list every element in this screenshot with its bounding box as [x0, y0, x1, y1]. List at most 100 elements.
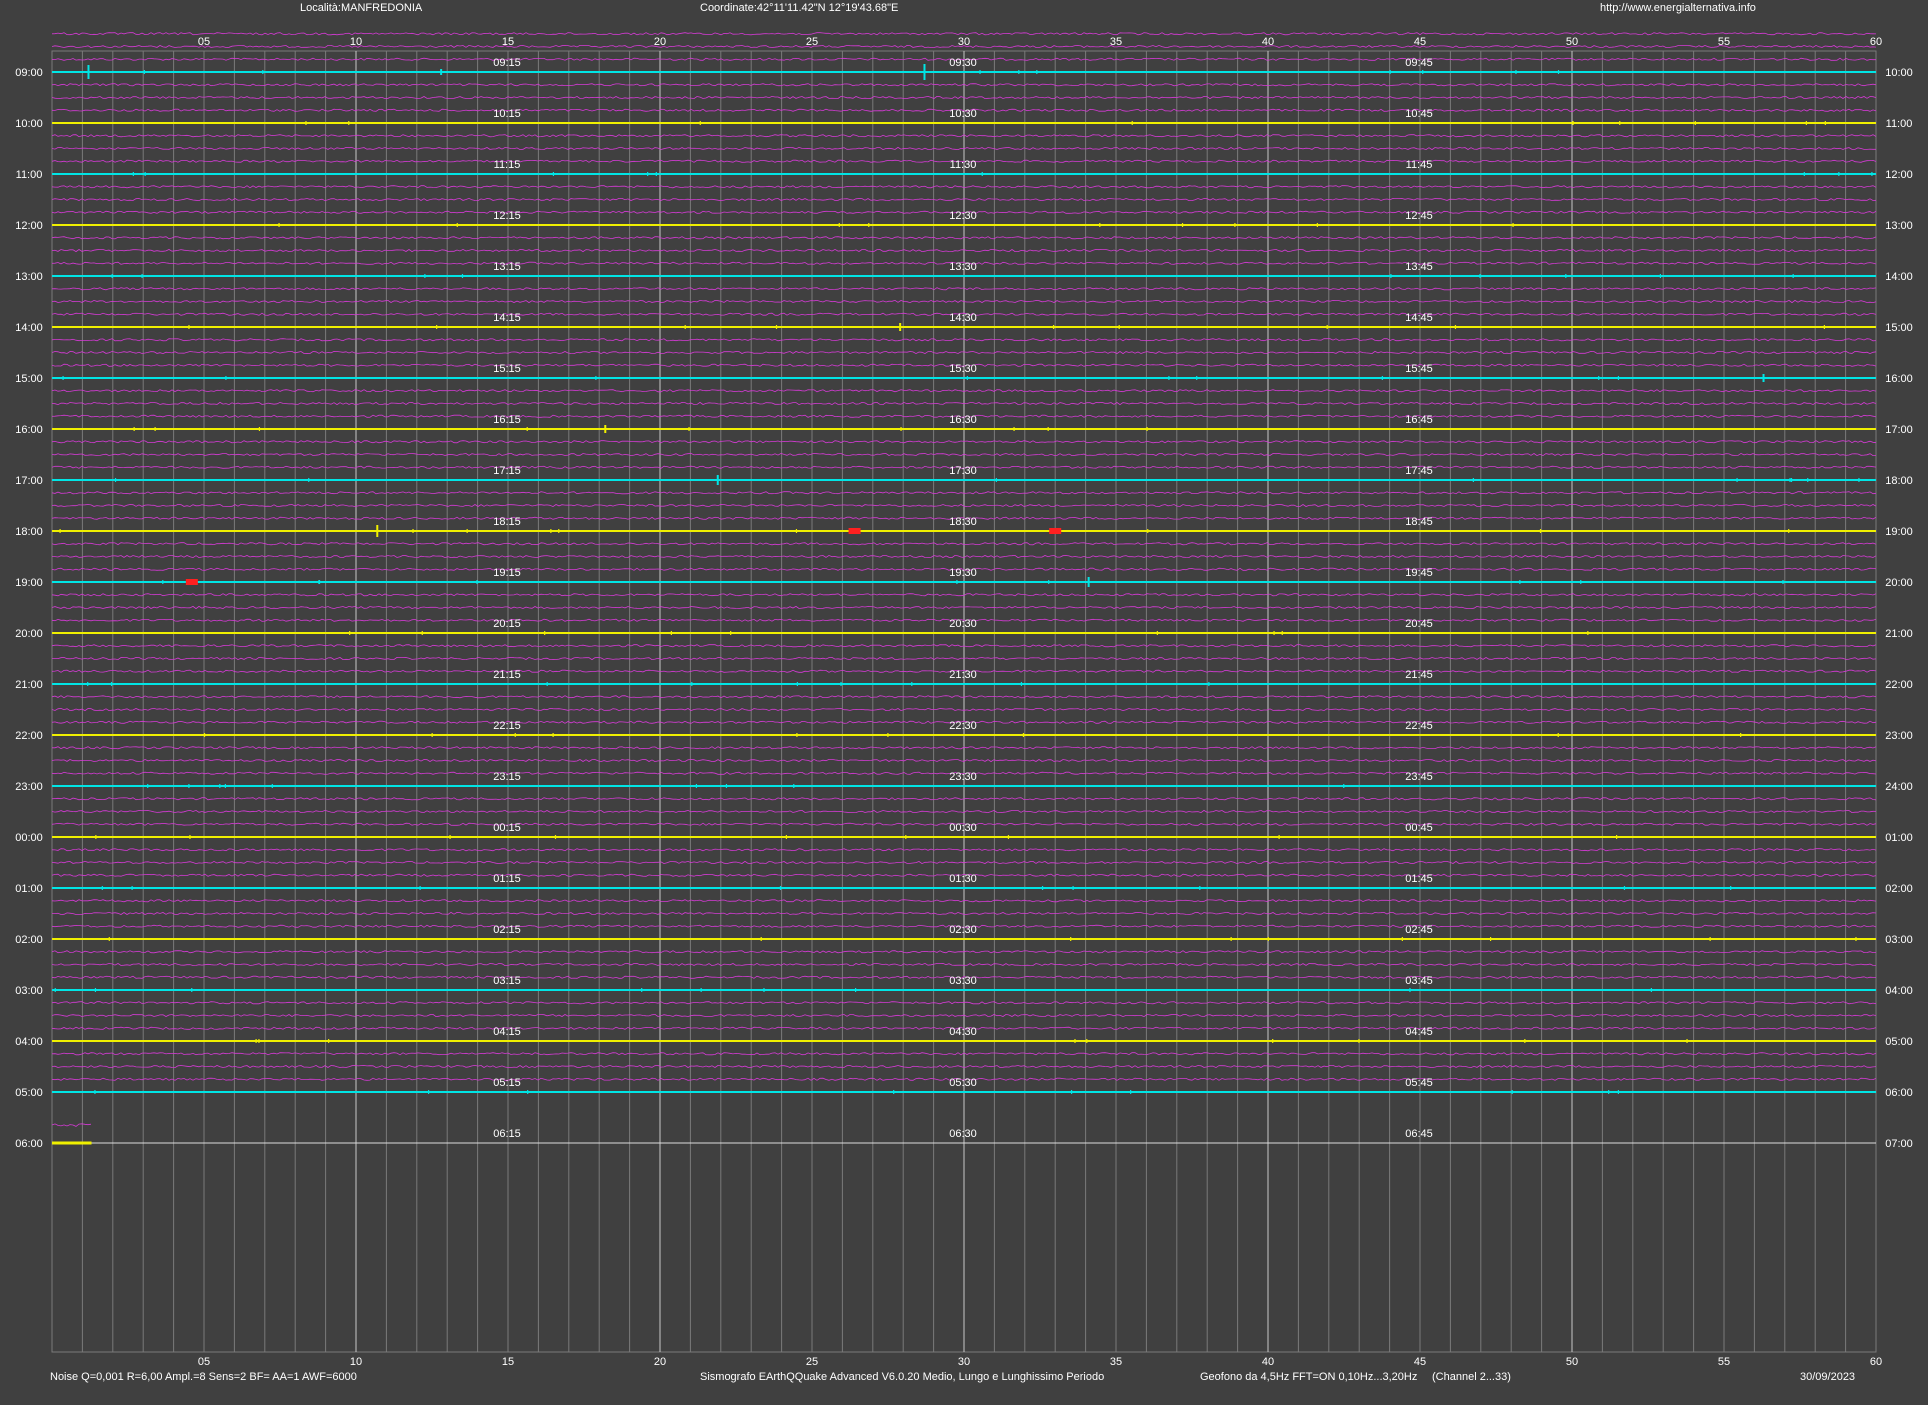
hour-label-left: 19:00	[15, 577, 43, 589]
quarter-label: 01:15	[493, 873, 521, 885]
hour-label-left: 09:00	[15, 67, 43, 79]
quarter-label: 09:15	[493, 57, 521, 69]
quarter-label: 01:45	[1405, 873, 1433, 885]
quarter-label: 15:45	[1405, 363, 1433, 375]
hour-label-right: 17:00	[1885, 424, 1913, 436]
location-label: Località:MANFREDONIA	[300, 2, 423, 14]
quarter-label: 12:45	[1405, 210, 1433, 222]
quarter-label: 06:15	[493, 1128, 521, 1140]
quarter-label: 04:15	[493, 1026, 521, 1038]
sensor-label: Geofono da 4,5Hz FFT=ON 0,10Hz...3,20Hz	[1200, 1371, 1417, 1383]
x-tick-label-bottom: 40	[1262, 1356, 1274, 1368]
quarter-label: 10:30	[949, 108, 977, 120]
hour-label-right: 22:00	[1885, 679, 1913, 691]
hour-label-right: 07:00	[1885, 1138, 1913, 1150]
hour-label-left: 05:00	[15, 1087, 43, 1099]
hour-label-left: 23:00	[15, 781, 43, 793]
hour-label-left: 10:00	[15, 118, 43, 130]
hour-label-right: 19:00	[1885, 526, 1913, 538]
seismogram-plot: 05 05 10 10 15 15 20 20 25 25 30 30 35 35 40 40 45 45 50 50…	[15, 2, 1913, 1383]
quarter-label: 20:30	[949, 618, 977, 630]
quarter-label: 22:15	[493, 720, 521, 732]
quarter-label: 03:15	[493, 975, 521, 987]
hour-label-right: 02:00	[1885, 883, 1913, 895]
date-label: 30/09/2023	[1800, 1371, 1855, 1383]
x-tick-label-bottom: 45	[1414, 1356, 1426, 1368]
quarter-label: 16:15	[493, 414, 521, 426]
hour-label-left: 21:00	[15, 679, 43, 691]
x-tick-label-bottom: 35	[1110, 1356, 1122, 1368]
grid-layer	[51, 50, 1877, 1353]
x-tick-label-bottom: 10	[350, 1356, 362, 1368]
quarter-label: 09:30	[949, 57, 977, 69]
quarter-label: 04:45	[1405, 1026, 1433, 1038]
x-tick-label-top: 60	[1870, 36, 1882, 48]
hour-label-left: 03:00	[15, 985, 43, 997]
hour-label-left: 20:00	[15, 628, 43, 640]
x-tick-label-top: 30	[958, 36, 970, 48]
quarter-label: 17:45	[1405, 465, 1433, 477]
partial-minor-trace	[51, 1123, 92, 1127]
x-tick-label-bottom: 50	[1566, 1356, 1578, 1368]
seismogram-chart: 05 05 10 10 15 15 20 20 25 25 30 30 35 35 40 40 45 45 50 50…	[0, 0, 1928, 1400]
hour-label-left: 01:00	[15, 883, 43, 895]
website-link[interactable]: http://www.energialternativa.info	[1600, 2, 1756, 14]
hour-label-left: 00:00	[15, 832, 43, 844]
hour-label-right: 23:00	[1885, 730, 1913, 742]
quarter-label: 02:45	[1405, 924, 1433, 936]
quarter-label: 00:30	[949, 822, 977, 834]
hour-label-right: 10:00	[1885, 67, 1913, 79]
software-label: Sismografo EArthQQuake Advanced V6.0.20 …	[700, 1371, 1104, 1383]
quarter-label: 00:15	[493, 822, 521, 834]
hour-label-left: 06:00	[15, 1138, 43, 1150]
quarter-label: 22:45	[1405, 720, 1433, 732]
quarter-label: 02:15	[493, 924, 521, 936]
x-tick-label-bottom: 20	[654, 1356, 666, 1368]
hour-label-right: 11:00	[1886, 118, 1913, 130]
x-tick-label-top: 10	[350, 36, 362, 48]
event-marker	[848, 528, 861, 534]
hour-label-left: 14:00	[15, 322, 43, 334]
quarter-label: 17:15	[493, 465, 521, 477]
quarter-label: 12:30	[949, 210, 977, 222]
minor-trace	[51, 32, 1877, 36]
hour-label-right: 14:00	[1885, 271, 1913, 283]
quarter-label: 11:15	[494, 159, 521, 171]
quarter-label: 12:15	[493, 210, 521, 222]
settings-label: Noise Q=0,001 R=6,00 Ampl.=8 Sens=2 BF= …	[50, 1371, 357, 1383]
quarter-label: 23:15	[493, 771, 521, 783]
hour-label-left: 15:00	[15, 373, 43, 385]
hour-label-right: 21:00	[1885, 628, 1913, 640]
x-tick-label-top: 45	[1414, 36, 1426, 48]
quarter-label: 22:30	[949, 720, 977, 732]
quarter-label: 03:45	[1405, 975, 1433, 987]
quarter-label: 14:15	[493, 312, 521, 324]
hour-label-right: 18:00	[1885, 475, 1913, 487]
x-tick-label-top: 05	[198, 36, 210, 48]
x-tick-label-bottom: 15	[502, 1356, 514, 1368]
quarter-label: 16:30	[949, 414, 977, 426]
x-tick-label-top: 25	[806, 36, 818, 48]
event-marker	[185, 579, 198, 585]
x-tick-label-bottom: 60	[1870, 1356, 1882, 1368]
quarter-label: 06:45	[1405, 1128, 1433, 1140]
x-tick-label-top: 20	[654, 36, 666, 48]
hour-label-right: 15:00	[1885, 322, 1913, 334]
quarter-label: 19:45	[1405, 567, 1433, 579]
x-tick-label-top: 35	[1110, 36, 1122, 48]
hour-label-right: 20:00	[1885, 577, 1913, 589]
quarter-label: 06:30	[949, 1128, 977, 1140]
x-tick-label-bottom: 05	[198, 1356, 210, 1368]
quarter-label: 14:30	[949, 312, 977, 324]
quarter-label: 04:30	[949, 1026, 977, 1038]
quarter-label: 20:45	[1405, 618, 1433, 630]
quarter-label: 19:30	[949, 567, 977, 579]
hour-label-right: 24:00	[1885, 781, 1913, 793]
quarter-label: 21:30	[949, 669, 977, 681]
hour-label-left: 04:00	[15, 1036, 43, 1048]
hour-label-right: 13:00	[1885, 220, 1913, 232]
channel-label: (Channel 2...33)	[1432, 1371, 1511, 1383]
quarter-label: 05:30	[949, 1077, 977, 1089]
quarter-label: 05:45	[1405, 1077, 1433, 1089]
quarter-label: 19:15	[493, 567, 521, 579]
